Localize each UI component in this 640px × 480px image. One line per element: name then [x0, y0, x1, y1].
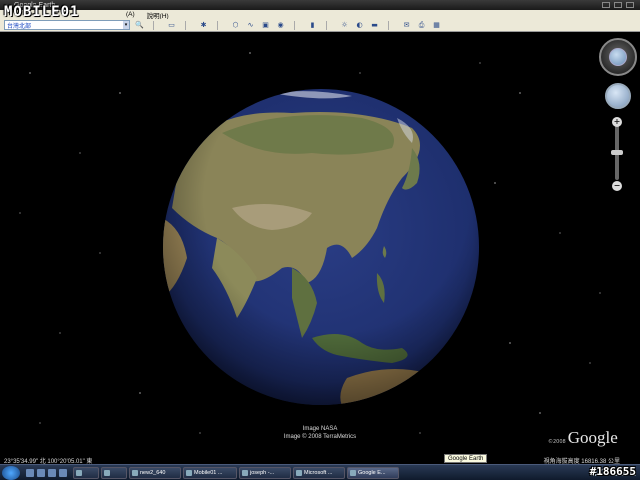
toolbar-separator: [294, 20, 295, 30]
search-go-icon[interactable]: 🔍: [134, 20, 145, 30]
toolbar-separator: [185, 20, 186, 30]
historical-imagery-icon[interactable]: ▮: [307, 20, 318, 30]
sidebar-toggle-icon[interactable]: ▭: [166, 20, 177, 30]
quick-launch-icon[interactable]: [26, 468, 34, 477]
zoom-out-button[interactable]: −: [612, 181, 622, 191]
zoom-in-button[interactable]: +: [612, 117, 622, 127]
quick-launch-icon[interactable]: [37, 468, 45, 477]
toolbar-separator: [326, 20, 327, 30]
zoom-slider-handle[interactable]: [611, 150, 623, 155]
email-icon[interactable]: ✉: [401, 20, 412, 30]
taskbar-item-google-earth[interactable]: Google E...: [347, 466, 399, 479]
menu-item-help[interactable]: 說明(H): [147, 10, 169, 20]
planets-icon[interactable]: ◐: [354, 20, 365, 30]
menu-item-a[interactable]: (A): [126, 11, 135, 18]
credit-line: Image NASA: [302, 426, 338, 432]
toolbar-separator: [217, 20, 218, 30]
quick-launch: [26, 468, 67, 477]
credit-line: Image © 2008 TerraMetrics: [283, 434, 357, 440]
taskbar-item[interactable]: Mobile01 ...: [183, 466, 237, 479]
imagery-credits: Image NASA Image © 2008 TerraMetrics: [0, 425, 640, 441]
record-tour-icon[interactable]: ◉: [275, 20, 286, 30]
print-icon[interactable]: ⎙: [416, 20, 427, 30]
overlay-icon[interactable]: ▣: [260, 20, 271, 30]
polygon-icon[interactable]: ⬡: [230, 20, 241, 30]
search-dropdown-icon[interactable]: ▾: [123, 21, 129, 29]
ruler-icon[interactable]: ▬: [369, 20, 380, 30]
brand-year: ©2008: [548, 439, 566, 445]
post-id-watermark: #186655: [589, 465, 636, 478]
logo-text: MOBILE01: [4, 4, 80, 20]
google-brand: ©2008 Google: [548, 428, 618, 448]
sun-icon[interactable]: ☼: [339, 20, 350, 30]
toolbar-separator: [388, 20, 389, 30]
placemark-icon[interactable]: ✱: [198, 20, 209, 30]
mobile01-logo: MOBILE01: [4, 1, 79, 23]
quick-launch-icon[interactable]: [59, 468, 67, 477]
toolbar-separator: [153, 20, 154, 30]
menu-bar: (A) 說明(H): [0, 10, 640, 20]
earth-viewport[interactable]: + − Image NASA Image © 2008 TerraMetrics…: [0, 33, 640, 464]
taskbar-item[interactable]: [101, 466, 127, 479]
minimize-button[interactable]: [602, 2, 610, 8]
taskbar-item[interactable]: [73, 466, 99, 479]
path-icon[interactable]: ∿: [245, 20, 256, 30]
status-bar: 23°35'34.99" 北 100°20'05.01" 東 視角海拔高度 16…: [0, 455, 640, 465]
maps-icon[interactable]: ▦: [431, 20, 442, 30]
toolbar: ▾ 🔍 ▭ ✱ ⬡ ∿ ▣ ◉ ▮ ☼ ◐ ▬ ✉ ⎙ ▦: [0, 19, 640, 32]
google-logo: Google: [567, 428, 618, 447]
close-button[interactable]: [626, 2, 634, 8]
taskbar-item[interactable]: Microsoft ...: [293, 466, 345, 479]
start-button[interactable]: [2, 465, 20, 480]
maximize-button[interactable]: [614, 2, 622, 8]
look-control[interactable]: [599, 38, 637, 76]
taskbar-item[interactable]: new2_640: [129, 466, 181, 479]
taskbar-item[interactable]: joseph -...: [239, 466, 291, 479]
quick-launch-icon[interactable]: [48, 468, 56, 477]
window-titlebar: Google Earth: [0, 0, 640, 10]
move-control-icon[interactable]: [605, 83, 631, 109]
look-joystick-icon[interactable]: [609, 48, 627, 66]
taskbar-tooltip: Google Earth: [444, 454, 488, 463]
taskbar: new2_640 Mobile01 ... joseph -... Micros…: [0, 464, 640, 480]
window-controls: [602, 2, 640, 8]
globe[interactable]: [162, 88, 480, 406]
task-list: new2_640 Mobile01 ... joseph -... Micros…: [73, 466, 399, 479]
